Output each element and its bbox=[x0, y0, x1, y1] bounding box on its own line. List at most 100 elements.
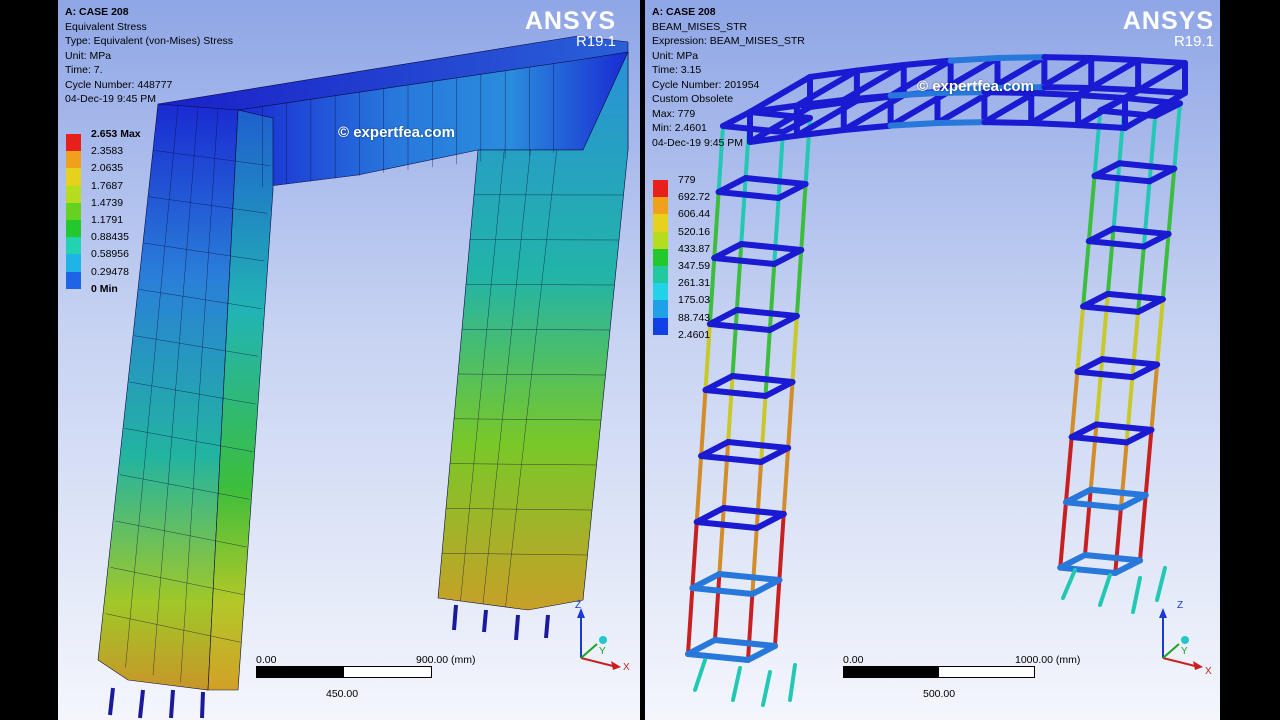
beam-member bbox=[790, 314, 799, 384]
legend-label: 2.653 Max bbox=[91, 128, 141, 140]
legend-label: 433.87 bbox=[678, 242, 711, 255]
beam-member bbox=[1112, 557, 1143, 576]
legend-swatch bbox=[66, 237, 81, 255]
beam-member bbox=[1099, 356, 1161, 368]
beam-member bbox=[1082, 552, 1143, 564]
legend-label: 2.0635 bbox=[91, 162, 124, 175]
beam-member bbox=[685, 651, 751, 663]
beam-member bbox=[1028, 90, 1082, 99]
beam-member bbox=[773, 578, 782, 648]
beam-member bbox=[711, 241, 745, 261]
beam-member bbox=[777, 512, 786, 582]
beam-member bbox=[1123, 426, 1155, 446]
beam-member bbox=[1092, 108, 1103, 178]
beam-member bbox=[758, 445, 792, 465]
beam-member bbox=[685, 637, 718, 657]
legend-swatch bbox=[66, 202, 81, 220]
beam-member bbox=[689, 585, 756, 597]
beam-member bbox=[1088, 55, 1142, 64]
legend-label: 0.29478 bbox=[91, 265, 129, 278]
beam-member bbox=[1069, 369, 1080, 440]
info-line: Max: 779 bbox=[652, 107, 696, 120]
result-info-panel: A: CASE 208 Equivalent Stress Type: Equiva… bbox=[65, 5, 233, 107]
beam-member bbox=[1113, 505, 1123, 575]
beam-member bbox=[1081, 239, 1091, 309]
beam-member bbox=[1087, 486, 1149, 499]
beam-member bbox=[725, 439, 792, 451]
info-line: Min: 2.4601 bbox=[652, 122, 707, 134]
beam-member bbox=[734, 242, 744, 312]
beam-member bbox=[1166, 166, 1177, 236]
scale-start: 0.00 bbox=[256, 654, 277, 666]
beam-member bbox=[1098, 573, 1112, 607]
beam-member bbox=[750, 526, 759, 596]
legend-min-label: 0 Min bbox=[91, 282, 118, 295]
beam-member bbox=[716, 571, 783, 583]
beam-member bbox=[729, 373, 796, 385]
ansys-logo: ANSYS R19.1 bbox=[525, 8, 616, 50]
beam-member bbox=[794, 248, 804, 318]
legend-swatch bbox=[653, 214, 668, 232]
beam-member bbox=[693, 519, 760, 531]
axis-z-label: Z bbox=[575, 600, 581, 611]
beam-member bbox=[1068, 421, 1100, 441]
legend-label: 2.4601 bbox=[678, 328, 711, 341]
beam-member bbox=[1100, 291, 1110, 362]
info-line: A: CASE 208 bbox=[652, 6, 716, 18]
scale-mid: 500.00 bbox=[923, 688, 956, 700]
beam-member bbox=[1075, 304, 1086, 374]
beam-member bbox=[1091, 172, 1153, 185]
beam-member bbox=[699, 388, 708, 458]
info-line: Cycle Number: 448777 bbox=[65, 78, 173, 91]
beam-member bbox=[717, 506, 726, 576]
beam-member bbox=[693, 658, 707, 692]
scale-end: 900.00 (mm) bbox=[416, 654, 476, 666]
axis-triad[interactable]: Z Y X bbox=[563, 596, 633, 676]
beam-member bbox=[759, 394, 768, 464]
ansys-logo: ANSYS R19.1 bbox=[1123, 8, 1214, 50]
beam-member bbox=[1041, 84, 1095, 92]
legend-label: 0.88435 bbox=[91, 231, 129, 244]
info-line: Expression: BEAM_MISES_STR bbox=[652, 35, 805, 47]
beam-member bbox=[746, 592, 755, 662]
info-line: Cycle Number: 201954 bbox=[652, 78, 760, 91]
beam-member bbox=[712, 637, 778, 649]
left-viewport[interactable]: A: CASE 208 Equivalent Stress Type: Equiva… bbox=[58, 0, 640, 720]
beam-member bbox=[1093, 421, 1155, 433]
beam-member bbox=[749, 577, 783, 597]
info-line: Type: Equivalent (von-Mises) Stress bbox=[65, 35, 234, 47]
beam-member bbox=[1131, 576, 1142, 614]
beam-member bbox=[981, 119, 1035, 127]
beam-member bbox=[1085, 225, 1117, 245]
beam-member bbox=[771, 247, 805, 267]
info-line: Time: 3.15 bbox=[652, 64, 702, 76]
beam-member bbox=[1155, 297, 1165, 367]
brand-version: R19.1 bbox=[1173, 33, 1214, 50]
legend-label: 347.59 bbox=[678, 259, 711, 272]
beam-member bbox=[1105, 226, 1116, 296]
info-line: BEAM_MISES_STR bbox=[652, 20, 748, 33]
watermark: © expertfea.com bbox=[338, 124, 455, 141]
scale-start: 0.00 bbox=[843, 654, 864, 666]
beam-member bbox=[711, 255, 778, 267]
beam-member bbox=[1124, 375, 1135, 445]
info-line: Unit: MPa bbox=[652, 49, 699, 62]
beam-member bbox=[1075, 92, 1128, 101]
info-line: Custom Obsolete bbox=[652, 93, 734, 105]
beam-member bbox=[763, 328, 772, 398]
legend-swatch bbox=[66, 168, 81, 186]
legend-swatch bbox=[653, 197, 668, 215]
right-viewport[interactable]: A: CASE 208 BEAM_MISES_STR Expression: BEA… bbox=[645, 0, 1220, 720]
beam-member bbox=[934, 119, 988, 126]
info-line: Equivalent Stress bbox=[65, 20, 147, 33]
axis-y-label: Y bbox=[599, 646, 606, 657]
info-line: Time: 7. bbox=[65, 64, 103, 76]
beam-member bbox=[694, 454, 704, 524]
beam-member bbox=[1135, 296, 1166, 315]
legend-label: 1.4739 bbox=[91, 196, 124, 209]
legend-swatch bbox=[66, 151, 81, 169]
legend-swatch bbox=[66, 271, 81, 289]
legend-swatch bbox=[66, 134, 81, 152]
brand-name: ANSYS bbox=[524, 7, 616, 35]
axis-triad[interactable]: Z Y X bbox=[1145, 596, 1217, 676]
